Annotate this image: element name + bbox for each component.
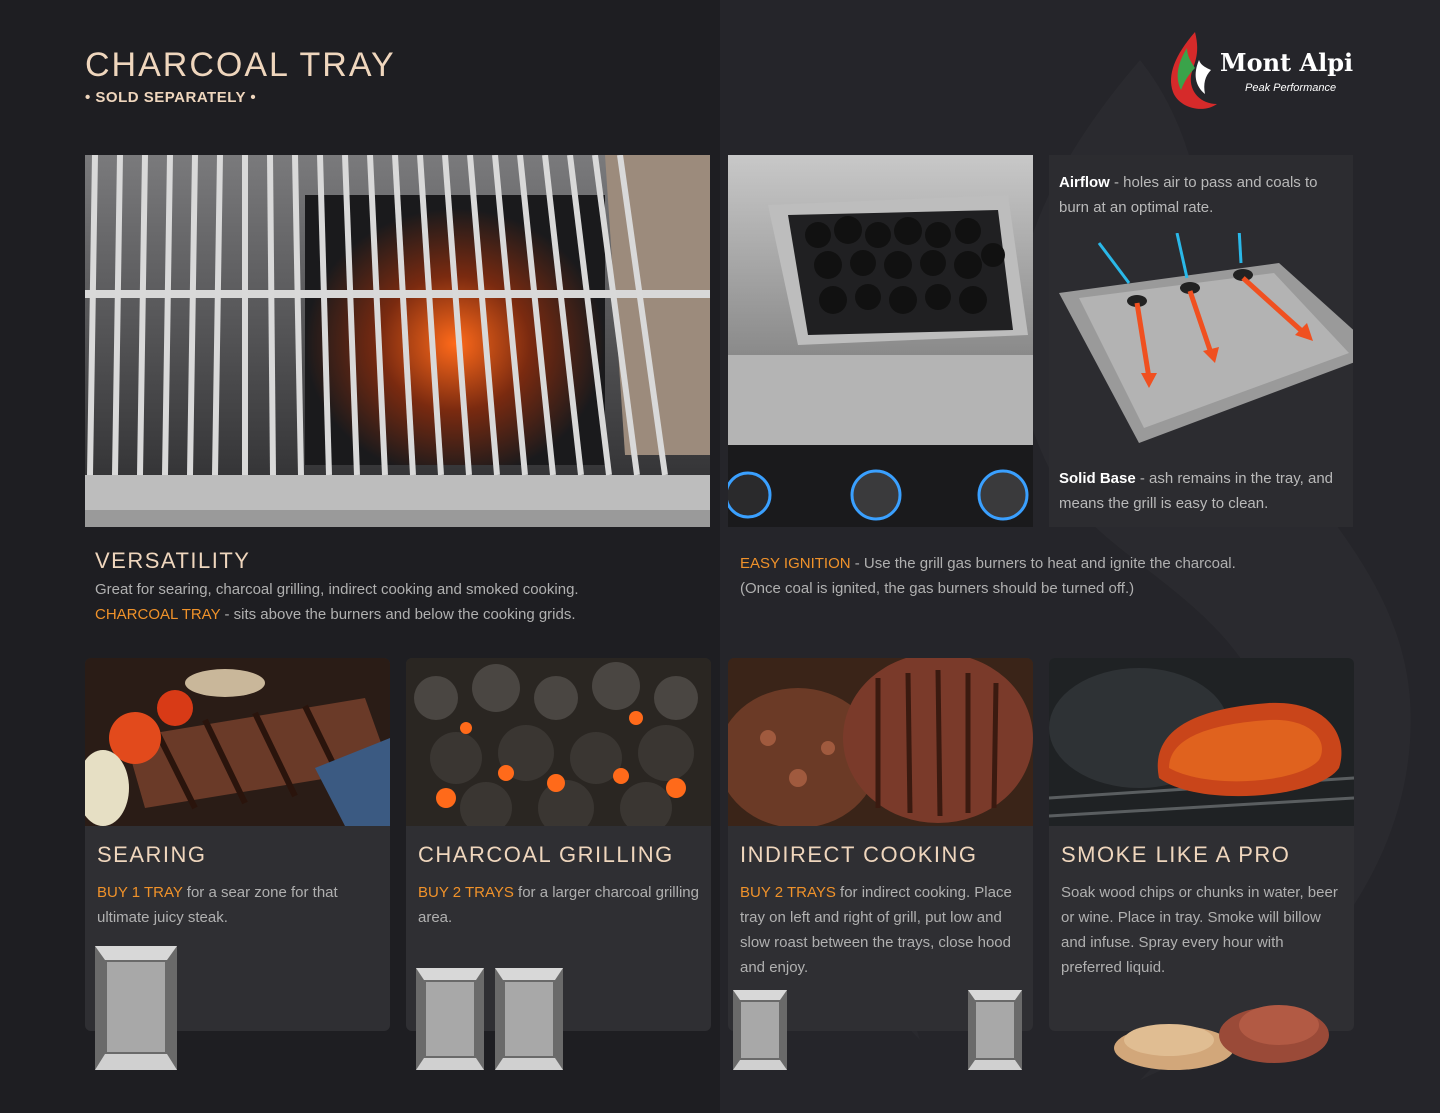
brand-logo: Mont Alpi Peak Performance <box>1165 30 1365 115</box>
roast-photo <box>728 658 1033 826</box>
tray-icon <box>495 968 563 1070</box>
versatility-text: Great for searing, charcoal grilling, in… <box>95 577 710 627</box>
card-smoke-like-a-pro-heading: SMOKE LIKE A PRO <box>1061 842 1291 867</box>
charcoal-tray-highlight: CHARCOAL TRAY <box>95 606 221 623</box>
easy-ignition-line-1: EASY IGNITION - Use the grill gas burner… <box>740 551 1360 576</box>
tray-icon <box>95 946 177 1070</box>
card-charcoal-grilling: CHARCOAL GRILLING BUY 2 TRAYS for a larg… <box>406 658 711 1070</box>
flame-logo-icon <box>1171 32 1217 109</box>
card-searing: SEARING BUY 1 TRAY for a sear zone for t… <box>85 658 390 1070</box>
card-smoke-like-a-pro: SMOKE LIKE A PRO Soak wood chips or chun… <box>1049 658 1354 1070</box>
easy-ignition-highlight: EASY IGNITION <box>740 555 851 572</box>
page-title: CHARCOAL TRAY <box>85 46 396 84</box>
logo-tagline: Peak Performance <box>1245 82 1337 94</box>
wood-chips-image <box>1114 1005 1329 1070</box>
card-indirect-cooking-heading: INDIRECT COOKING <box>740 842 978 867</box>
smoked-meat-photo <box>1049 658 1354 826</box>
easy-ignition-line-2: (Once coal is ignited, the gas burners s… <box>740 580 1135 597</box>
airflow-label: Airflow <box>1059 174 1110 191</box>
card-indirect-cooking-highlight: BUY 2 TRAYS <box>740 884 836 901</box>
logo-wordmark: Mont Alpi <box>1220 48 1354 77</box>
card-searing-heading: SEARING <box>97 842 207 867</box>
solid-base-label: Solid Base <box>1059 470 1136 487</box>
tray-airflow-diagram <box>1049 233 1353 453</box>
tray-icon <box>968 990 1022 1070</box>
versatility-heading: VERSATILITY <box>95 548 251 573</box>
airflow-note: Airflow - holes air to pass and coals to… <box>1059 170 1344 220</box>
versatility-line-2: CHARCOAL TRAY - sits above the burners a… <box>95 602 710 627</box>
card-indirect-cooking-text: BUY 2 TRAYS for indirect cooking. Place … <box>740 880 1025 980</box>
card-charcoal-grilling-highlight: BUY 2 TRAYS <box>418 884 514 901</box>
tray-icon <box>733 990 787 1070</box>
page-subtitle: • SOLD SEPARATELY • <box>85 89 257 106</box>
easy-ignition-line-1-text: - Use the grill gas burners to heat and … <box>850 555 1236 572</box>
grill-charcoal-photo <box>85 155 710 527</box>
coals-photo <box>406 658 711 826</box>
airflow-panel: Airflow - holes air to pass and coals to… <box>1049 155 1353 527</box>
versatility-line-1: Great for searing, charcoal grilling, in… <box>95 581 579 598</box>
card-smoke-like-a-pro-body: Soak wood chips or chunks in water, beer… <box>1061 884 1338 976</box>
versatility-line-2-text: - sits above the burners and below the c… <box>220 606 576 623</box>
card-charcoal-grilling-heading: CHARCOAL GRILLING <box>418 842 674 867</box>
solid-base-note: Solid Base - ash remains in the tray, an… <box>1059 466 1344 516</box>
card-searing-text: BUY 1 TRAY for a sear zone for that ulti… <box>97 880 382 930</box>
tray-in-grill-photo <box>728 155 1033 527</box>
card-searing-highlight: BUY 1 TRAY <box>97 884 183 901</box>
steak-photo <box>85 658 390 826</box>
tray-icon <box>416 968 484 1070</box>
easy-ignition-text: EASY IGNITION - Use the grill gas burner… <box>740 551 1360 601</box>
card-charcoal-grilling-text: BUY 2 TRAYS for a larger charcoal grilli… <box>418 880 703 930</box>
card-indirect-cooking: INDIRECT COOKING BUY 2 TRAYS for indirec… <box>728 658 1033 1070</box>
card-smoke-like-a-pro-text: Soak wood chips or chunks in water, beer… <box>1061 880 1346 980</box>
